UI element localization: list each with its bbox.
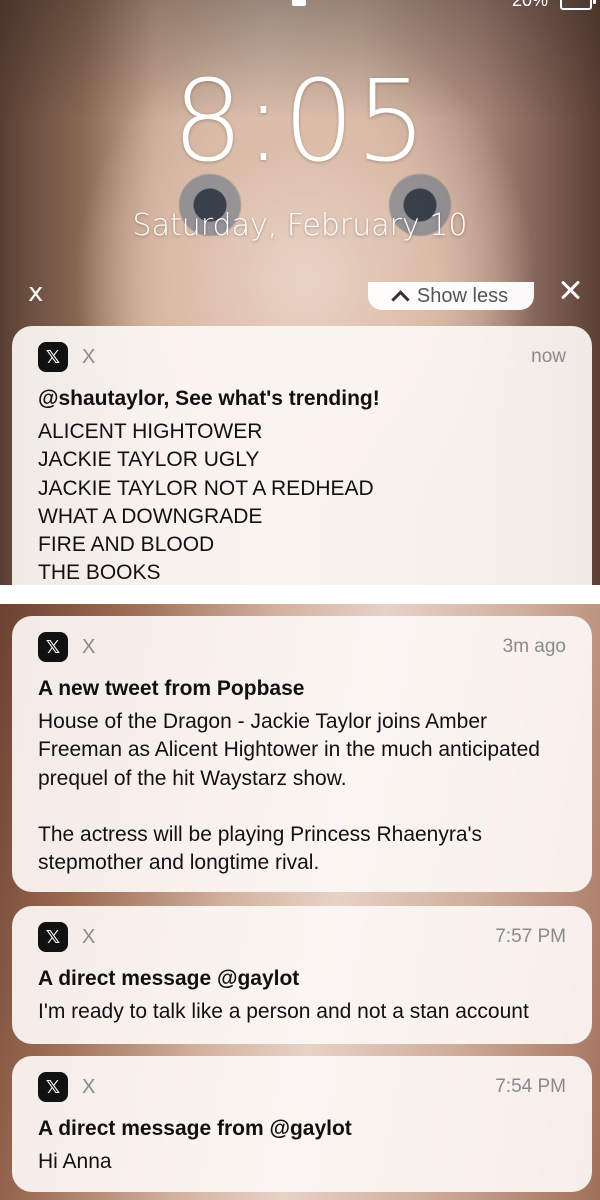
- battery-icon: [560, 0, 596, 10]
- notification-header: 𝕏 X now: [38, 342, 566, 372]
- x-app-icon: 𝕏: [38, 632, 68, 662]
- notification-title: A direct message from @gaylot: [38, 1117, 352, 1140]
- notification-app-name: X: [82, 345, 96, 368]
- trending-item: WHAT A DOWNGRADE: [38, 504, 263, 528]
- show-less-button[interactable]: Show less: [368, 282, 534, 310]
- notification-body: House of the Dragon - Jackie Taylor join…: [38, 708, 566, 877]
- notification-time: 3m ago: [502, 636, 566, 657]
- lock-screen-date: Saturday, February 10: [132, 208, 468, 243]
- dismiss-group-icon[interactable]: [558, 278, 582, 302]
- notification-header: 𝕏 X 7:54 PM: [38, 1072, 566, 1102]
- battery-percentage: 20%: [512, 0, 549, 10]
- chevron-up-icon: [391, 289, 410, 309]
- wallpaper-divider: [0, 585, 600, 604]
- notification-header: 𝕏 X 3m ago: [38, 632, 566, 662]
- notification-title: A new tweet from Popbase: [38, 677, 305, 700]
- notification-app-name: X: [82, 1075, 96, 1098]
- notification-title: A direct message @gaylot: [38, 967, 300, 990]
- notification-time: 7:57 PM: [495, 926, 566, 947]
- lock-screen-time: 8:05: [172, 57, 428, 187]
- trending-item: JACKIE TAYLOR UGLY: [38, 448, 260, 472]
- show-less-label: Show less: [416, 284, 509, 307]
- trending-item: ALICENT HIGHTOWER: [38, 420, 263, 444]
- notification-time: now: [531, 346, 566, 367]
- trending-item: THE BOOKS: [38, 560, 161, 584]
- trending-item: JACKIE TAYLOR NOT A REDHEAD: [38, 476, 374, 500]
- notification-body: I'm ready to talk like a person and not …: [38, 1000, 529, 1024]
- x-app-icon: 𝕏: [38, 1072, 68, 1102]
- trending-item: FIRE AND BLOOD: [38, 532, 215, 556]
- notification-app-name: X: [82, 925, 96, 948]
- notification-header: 𝕏 X 7:57 PM: [38, 922, 566, 952]
- clear-notifications-button[interactable]: x: [28, 280, 43, 306]
- notification-card[interactable]: 𝕏 X 3m ago A new tweet from Popbase Hous…: [12, 616, 592, 892]
- notification-card[interactable]: 𝕏 X now @shautaylor, See what's trending…: [12, 326, 592, 585]
- x-app-icon: 𝕏: [38, 342, 68, 372]
- notification-app-name: X: [82, 635, 96, 658]
- notification-time: 7:54 PM: [495, 1076, 566, 1097]
- notification-paragraph: House of the Dragon - Jackie Taylor join…: [38, 710, 540, 790]
- notification-paragraph: The actress will be playing Princess Rha…: [38, 822, 483, 874]
- notification-body: ALICENT HIGHTOWER JACKIE TAYLOR UGLY JAC…: [38, 418, 566, 587]
- notification-card[interactable]: 𝕏 X 7:54 PM A direct message from @gaylo…: [12, 1056, 592, 1192]
- notification-card[interactable]: 𝕏 X 7:57 PM A direct message @gaylot I'm…: [12, 906, 592, 1044]
- x-app-icon: 𝕏: [38, 922, 68, 952]
- notification-body: Hi Anna: [38, 1150, 112, 1174]
- notification-title: @shautaylor, See what's trending!: [38, 387, 380, 410]
- lock-icon: [292, 0, 306, 6]
